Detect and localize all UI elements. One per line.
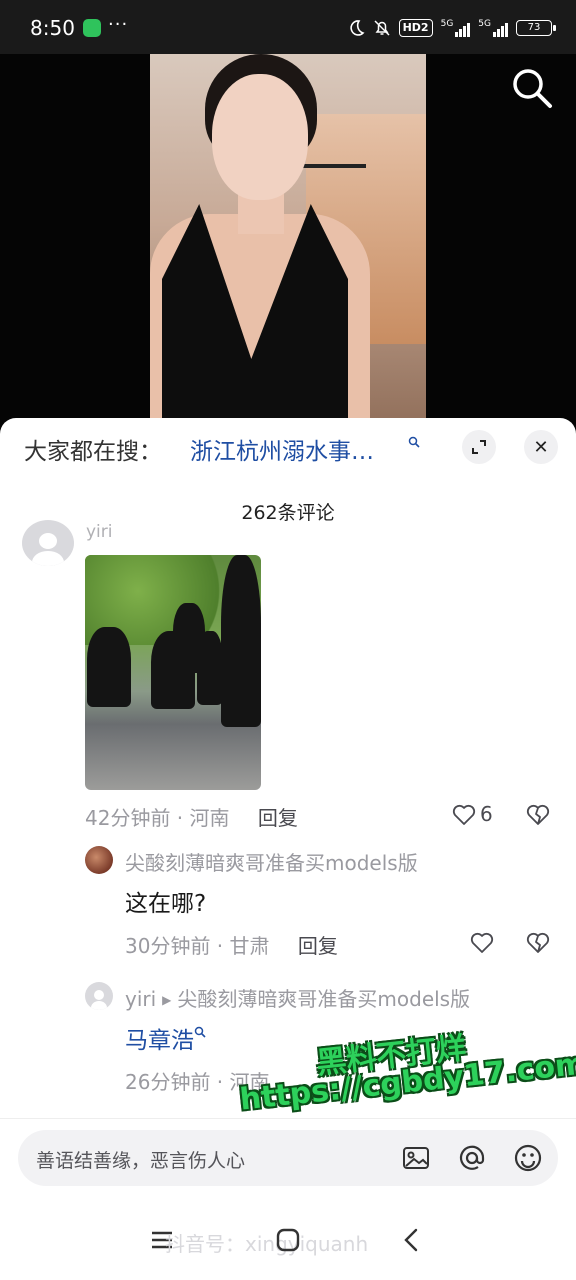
divider: [0, 1118, 576, 1119]
avatar[interactable]: [85, 982, 113, 1010]
comment-search-link[interactable]: 马章浩: [125, 1021, 206, 1055]
separator: ·: [170, 806, 190, 830]
comment-username[interactable]: yiri: [86, 522, 113, 542]
comments-sheet: 大家都在搜： 浙江杭州溺水事… ✕ 262条评论 yiri 42分钟前 · 河南…: [0, 418, 576, 1280]
reply-arrow-icon: ▶: [162, 993, 172, 1007]
photo-person: [87, 627, 131, 707]
heart-icon[interactable]: [470, 932, 494, 954]
reply-target-username[interactable]: 尖酸刻薄暗爽哥准备买models版: [177, 987, 470, 1011]
close-button[interactable]: ✕: [524, 430, 558, 464]
separator: ·: [210, 1070, 230, 1094]
home-icon[interactable]: [274, 1226, 302, 1254]
sheet-header: 大家都在搜： 浙江杭州溺水事… ✕: [0, 418, 576, 480]
video-player[interactable]: [0, 54, 576, 434]
search-small-icon: [408, 436, 420, 448]
comment-text[interactable]: 马章浩: [125, 1028, 194, 1054]
signal-sim1-icon: 5G: [441, 19, 471, 37]
emoji-icon[interactable]: [512, 1142, 544, 1174]
comment-meta: 30分钟前 · 甘肃 回复: [125, 930, 338, 959]
system-nav-bar: 抖音号：xingyiquanh: [0, 1208, 576, 1280]
heart-icon[interactable]: [452, 804, 476, 826]
comment-username[interactable]: yiri: [125, 987, 156, 1011]
comment-time: 26分钟前: [125, 1070, 211, 1094]
hot-search-link[interactable]: 浙江杭州溺水事…: [190, 432, 374, 466]
video-person-face: [212, 74, 308, 200]
back-icon[interactable]: [398, 1226, 426, 1254]
image-icon[interactable]: [400, 1142, 432, 1174]
comment-count: 262条评论: [241, 502, 335, 524]
search-icon[interactable]: [510, 66, 554, 110]
dislike-icon[interactable]: [526, 932, 550, 954]
photo-person: [221, 555, 261, 727]
separator: ·: [210, 934, 230, 958]
comment-input[interactable]: 善语结善缘，恶言伤人心: [18, 1130, 558, 1186]
at-icon[interactable]: [456, 1142, 488, 1174]
avatar[interactable]: [85, 846, 113, 874]
comment-location: 河南: [189, 806, 230, 830]
reply-button[interactable]: 回复: [298, 934, 338, 958]
reply-header: yiri ▶ 尖酸刻薄暗爽哥准备买models版: [125, 983, 470, 1012]
video-lamp: [296, 164, 366, 168]
expand-icon: [472, 440, 486, 454]
battery-indicator: 73: [516, 20, 556, 36]
expand-button[interactable]: [462, 430, 496, 464]
comment-username[interactable]: 尖酸刻薄暗爽哥准备买models版: [125, 847, 418, 876]
comment-time: 42分钟前: [85, 806, 171, 830]
like-count: 6: [480, 802, 493, 826]
signal-sim2-icon: 5G: [478, 19, 508, 37]
wechat-notification-icon: [83, 19, 101, 37]
comment-meta: 42分钟前 · 河南 回复: [85, 802, 298, 831]
status-time: 8:50: [30, 16, 75, 40]
comment-image[interactable]: [85, 555, 261, 790]
douyin-id-watermark: 抖音号：xingyiquanh: [165, 1232, 369, 1256]
reply-button[interactable]: 回复: [258, 806, 298, 830]
comment-input-placeholder: 善语结善缘，恶言伤人心: [36, 1150, 246, 1172]
mute-bell-icon: [374, 20, 390, 36]
search-small-icon: [194, 1026, 206, 1038]
moon-icon: [350, 20, 365, 36]
photo-person: [197, 631, 223, 705]
video-frame: [150, 54, 426, 434]
comment-time: 30分钟前: [125, 934, 211, 958]
comment-text: 这在哪?: [125, 891, 207, 917]
comment-location: 河南: [229, 1070, 270, 1094]
hot-search-prefix: 大家都在搜：: [24, 439, 162, 465]
close-icon: ✕: [533, 436, 549, 458]
dislike-icon[interactable]: [526, 804, 550, 826]
comment-location: 甘肃: [229, 934, 270, 958]
status-indicators: HD2 5G 5G 73: [347, 16, 556, 40]
status-bar: 8:50 ··· HD2 5G 5G 73: [0, 0, 576, 54]
avatar[interactable]: [22, 520, 74, 566]
comment-meta: 26分钟前 · 河南: [125, 1066, 270, 1095]
hd-voice-badge: HD2: [398, 19, 433, 37]
more-notifications-icon: ···: [108, 14, 129, 35]
